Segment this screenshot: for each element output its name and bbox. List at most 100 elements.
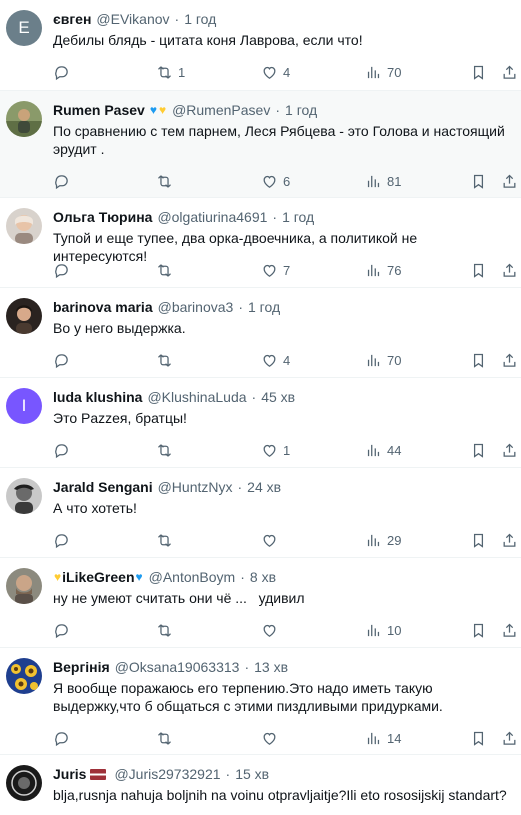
share-icon (503, 174, 516, 188)
tweet-time[interactable]: 45 хв (261, 388, 295, 406)
like-button[interactable] (261, 620, 283, 640)
author-name[interactable]: Rumen Pasev (53, 101, 145, 119)
like-button[interactable] (261, 530, 283, 550)
retweet-button[interactable] (156, 620, 178, 640)
author-handle[interactable]: @RumenPasev (172, 101, 270, 119)
avatar[interactable] (6, 478, 42, 514)
author-name[interactable]: Juris (53, 765, 86, 783)
views-button[interactable]: 29 (365, 530, 401, 550)
like-button[interactable]: 1 (261, 440, 290, 460)
share-button[interactable] (501, 260, 518, 280)
author-handle[interactable]: @HuntzNyx (158, 478, 233, 496)
like-button[interactable]: 7 (261, 260, 290, 280)
author-handle[interactable]: @Juris29732921 (114, 765, 220, 783)
share-button[interactable] (501, 62, 518, 82)
share-button[interactable] (501, 440, 518, 460)
author-handle[interactable]: @barinova3 (158, 298, 234, 316)
share-button[interactable] (501, 620, 518, 640)
tweet-time[interactable]: 1 год (285, 101, 317, 119)
dot-separator: · (272, 209, 278, 225)
bookmark-button[interactable] (470, 440, 487, 460)
author-name[interactable]: barinova maria (53, 298, 153, 316)
tweet-time[interactable]: 1 год (248, 298, 280, 316)
tweet[interactable]: Rumen Pasev ♥ ♥ @RumenPasev · 1 год По ср… (0, 91, 521, 198)
bookmark-button[interactable] (470, 530, 487, 550)
avatar[interactable] (6, 568, 42, 604)
author-name[interactable]: Вергінія (53, 658, 110, 676)
tweet-time[interactable]: 1 год (184, 10, 216, 28)
reply-button[interactable] (53, 620, 75, 640)
bookmark-button[interactable] (470, 62, 487, 82)
reply-button[interactable] (53, 260, 75, 280)
share-button[interactable] (501, 728, 518, 748)
views-button[interactable]: 81 (365, 171, 401, 191)
bookmark-button[interactable] (470, 171, 487, 191)
retweet-button[interactable] (156, 728, 178, 748)
tweet[interactable]: I luda klushina @KlushinaLuda · 45 хв Эт… (0, 378, 521, 468)
author-handle[interactable]: @KlushinaLuda (147, 388, 246, 406)
author-name[interactable]: iLikeGreen (62, 568, 134, 586)
author-name[interactable]: Ольга Тюрина (53, 208, 152, 226)
views-button[interactable]: 10 (365, 620, 401, 640)
share-button[interactable] (501, 530, 518, 550)
tweet[interactable]: Вергінія @Oksana19063313 · 13 хв Я вообщ… (0, 648, 521, 755)
dot-separator: · (174, 11, 180, 27)
tweet-time[interactable]: 15 хв (235, 765, 269, 783)
like-button[interactable]: 4 (261, 350, 290, 370)
retweet-button[interactable]: 1 (156, 62, 185, 82)
heart-icon (263, 732, 276, 745)
reply-button[interactable] (53, 440, 75, 460)
tweet[interactable]: Jarald Sengani @HuntzNyx · 24 хв А что х… (0, 468, 521, 558)
avatar[interactable] (6, 658, 42, 694)
avatar[interactable] (6, 208, 42, 244)
views-button[interactable]: 44 (365, 440, 401, 460)
like-button[interactable] (261, 728, 283, 748)
reply-button[interactable] (53, 171, 75, 191)
author-handle[interactable]: @EVikanov (96, 10, 169, 28)
author-handle[interactable]: @AntonBoym (149, 568, 236, 586)
bookmark-button[interactable] (470, 620, 487, 640)
author-name[interactable]: Jarald Sengani (53, 478, 153, 496)
views-button[interactable]: 14 (365, 728, 401, 748)
author-handle[interactable]: @Oksana19063313 (115, 658, 240, 676)
tweet-time[interactable]: 1 год (282, 208, 314, 226)
bookmark-button[interactable] (470, 350, 487, 370)
tweet-time[interactable]: 13 хв (254, 658, 288, 676)
avatar[interactable]: E (6, 10, 42, 46)
like-button[interactable]: 6 (261, 171, 290, 191)
views-button[interactable]: 76 (365, 260, 401, 280)
tweet[interactable]: ♥ iLikeGreen ♥ @AntonBoym · 8 хв ну не у… (0, 558, 521, 648)
tweet-time[interactable]: 24 хв (247, 478, 281, 496)
retweet-count: 1 (178, 64, 186, 80)
share-button[interactable] (501, 171, 518, 191)
retweet-button[interactable] (156, 350, 178, 370)
bookmark-button[interactable] (470, 260, 487, 280)
author-name[interactable]: євген (53, 10, 91, 28)
tweet[interactable]: Ольга Тюрина @olgatiurina4691 · 1 год Ту… (0, 198, 521, 288)
avatar[interactable] (6, 101, 42, 137)
views-button[interactable]: 70 (365, 350, 401, 370)
retweet-icon (158, 623, 171, 637)
retweet-button[interactable] (156, 440, 178, 460)
tweet[interactable]: Juris @Juris29732921 · 15 хв blja,rusnja… (0, 755, 521, 815)
tweet[interactable]: E євген @EVikanov · 1 год Дебилы блядь -… (0, 0, 521, 91)
bookmark-button[interactable] (470, 728, 487, 748)
avatar[interactable] (6, 298, 42, 334)
author-handle[interactable]: @olgatiurina4691 (157, 208, 267, 226)
avatar[interactable] (6, 765, 42, 801)
retweet-button[interactable] (156, 260, 178, 280)
author-name[interactable]: luda klushina (53, 388, 142, 406)
share-button[interactable] (501, 350, 518, 370)
views-count: 14 (387, 730, 402, 746)
views-button[interactable]: 70 (365, 62, 401, 82)
retweet-button[interactable] (156, 530, 178, 550)
avatar[interactable]: I (6, 388, 42, 424)
like-button[interactable]: 4 (261, 62, 290, 82)
reply-button[interactable] (53, 350, 75, 370)
retweet-button[interactable] (156, 171, 178, 191)
reply-button[interactable] (53, 62, 75, 82)
reply-button[interactable] (53, 728, 75, 748)
tweet[interactable]: barinova maria @barinova3 · 1 год Во у н… (0, 288, 521, 378)
reply-button[interactable] (53, 530, 75, 550)
tweet-time[interactable]: 8 хв (250, 568, 276, 586)
